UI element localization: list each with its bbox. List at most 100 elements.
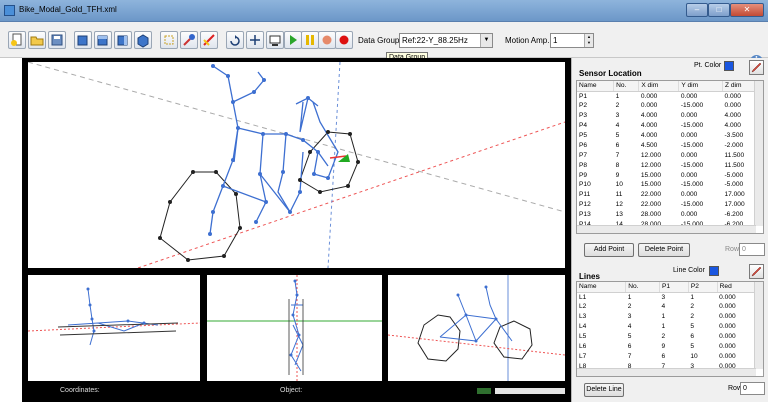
maximize-button[interactable]: □ — [708, 3, 730, 17]
table-cell[interactable]: 5 — [688, 322, 717, 332]
spinner-arrows-icon[interactable]: ▲ ▼ — [584, 34, 593, 47]
table-row[interactable]: P9 9 15.000 0.000 -5.000 — [577, 170, 763, 180]
main-3d-view[interactable] — [28, 62, 565, 268]
table-cell[interactable]: 28.000 — [639, 210, 679, 220]
table-row[interactable]: P12 12 22.000 -15.000 17.000 — [577, 200, 763, 210]
table-cell[interactable]: P5 — [577, 131, 614, 141]
table-cell[interactable]: L2 — [577, 302, 626, 312]
table-cell[interactable]: 4.000 — [639, 111, 679, 121]
data-group-select[interactable]: Ref:22-Y_88.25Hz ▼ — [399, 33, 493, 48]
table-row[interactable]: P2 2 0.000 -15.000 0.000 — [577, 101, 763, 111]
table-cell[interactable]: -15.000 — [679, 180, 723, 190]
play-icon[interactable] — [284, 31, 302, 49]
table-cell[interactable]: 0.000 — [679, 150, 723, 160]
table-cell[interactable]: 5 — [688, 341, 717, 351]
paint-icon[interactable] — [180, 31, 198, 49]
table-cell[interactable]: P10 — [577, 180, 614, 190]
table-cell[interactable]: 2 — [688, 302, 717, 312]
table-row[interactable]: P3 3 4.000 0.000 4.000 — [577, 111, 763, 121]
side-view[interactable] — [388, 275, 565, 382]
table-cell[interactable]: L4 — [577, 322, 626, 332]
table-cell[interactable]: -15.000 — [679, 121, 723, 131]
lines-grid[interactable]: Name No. P1 P2 Red L1 1 3 1 0.000 L2 2 4 2 0.000 L3 3 1 2… — [576, 281, 764, 377]
table-cell[interactable]: 0.000 — [639, 101, 679, 111]
lines-column-header[interactable]: P1 — [659, 282, 689, 293]
table-cell[interactable]: 4 — [614, 121, 639, 131]
table-cell[interactable]: 7 — [614, 150, 639, 160]
table-cell[interactable]: 22.000 — [639, 190, 679, 200]
line-color-swatch[interactable] — [709, 266, 719, 276]
lines-column-header[interactable]: P2 — [688, 282, 718, 293]
table-cell[interactable]: L5 — [577, 332, 626, 342]
table-cell[interactable]: 15.000 — [639, 180, 679, 190]
table-cell[interactable]: 12.000 — [639, 150, 679, 160]
chevron-down-icon[interactable]: ▼ — [480, 34, 492, 47]
table-row[interactable]: L7 7 6 10 0.000 — [577, 351, 763, 361]
open-folder-icon[interactable] — [28, 31, 46, 49]
pan-icon[interactable] — [246, 31, 264, 49]
table-cell[interactable]: 6 — [614, 140, 639, 150]
table-cell[interactable]: -15.000 — [679, 160, 723, 170]
table-cell[interactable]: 4 — [659, 302, 688, 312]
sensor-column-header[interactable]: No. — [613, 81, 640, 92]
table-cell[interactable]: 6 — [626, 341, 660, 351]
table-cell[interactable]: 4.000 — [639, 131, 679, 141]
table-cell[interactable]: -15.000 — [679, 140, 723, 150]
table-row[interactable]: L1 1 3 1 0.000 — [577, 292, 763, 302]
table-cell[interactable]: 2 — [688, 312, 717, 322]
display-icon[interactable] — [266, 31, 284, 49]
table-cell[interactable]: 3 — [659, 292, 688, 302]
front-view[interactable] — [28, 275, 200, 382]
table-cell[interactable]: P9 — [577, 170, 614, 180]
table-row[interactable]: P10 10 15.000 -15.000 -5.000 — [577, 180, 763, 190]
table-cell[interactable]: 13 — [614, 210, 639, 220]
table-row[interactable]: L2 2 4 2 0.000 — [577, 302, 763, 312]
table-cell[interactable]: 11 — [614, 190, 639, 200]
lines-vscroll[interactable] — [754, 282, 763, 369]
table-cell[interactable]: 0.000 — [679, 91, 723, 101]
table-row[interactable]: P6 6 4.500 -15.000 -2.000 — [577, 140, 763, 150]
table-cell[interactable]: L3 — [577, 312, 626, 322]
table-cell[interactable]: L1 — [577, 292, 626, 302]
save-icon[interactable] — [48, 31, 66, 49]
table-cell[interactable]: 1 — [659, 312, 688, 322]
edit-lines-button[interactable] — [749, 264, 764, 279]
table-cell[interactable]: 4.000 — [639, 121, 679, 131]
sensor-vscroll[interactable] — [754, 81, 763, 226]
table-row[interactable]: L4 4 1 5 0.000 — [577, 322, 763, 332]
table-cell[interactable]: 9 — [614, 170, 639, 180]
table-cell[interactable]: -15.000 — [679, 200, 723, 210]
table-row[interactable]: L3 3 1 2 0.000 — [577, 312, 763, 322]
table-cell[interactable]: P13 — [577, 210, 614, 220]
table-cell[interactable]: 4.500 — [639, 140, 679, 150]
table-cell[interactable]: 9 — [659, 341, 688, 351]
stop-icon[interactable] — [318, 31, 336, 49]
lines-row-input[interactable]: 0 — [740, 382, 765, 395]
table-cell[interactable]: P7 — [577, 150, 614, 160]
table-cell[interactable]: 3 — [614, 111, 639, 121]
delete-line-button[interactable]: Delete Line — [584, 383, 624, 397]
table-cell[interactable]: P8 — [577, 160, 614, 170]
pt-color-swatch[interactable] — [724, 61, 734, 71]
table-cell[interactable]: 4 — [626, 322, 660, 332]
table-row[interactable]: P5 5 4.000 0.000 -3.500 — [577, 131, 763, 141]
table-cell[interactable]: P11 — [577, 190, 614, 200]
measure-icon[interactable] — [200, 31, 218, 49]
table-row[interactable]: P1 1 0.000 0.000 0.000 — [577, 91, 763, 101]
sensor-row-input[interactable]: 0 — [739, 243, 765, 256]
lines-column-header[interactable]: No. — [625, 282, 660, 293]
table-cell[interactable]: 8 — [614, 160, 639, 170]
table-cell[interactable]: P2 — [577, 101, 614, 111]
table-cell[interactable]: 2 — [626, 302, 660, 312]
table-cell[interactable]: P4 — [577, 121, 614, 131]
view-side-icon[interactable] — [114, 31, 132, 49]
table-cell[interactable]: 5 — [626, 332, 660, 342]
table-cell[interactable]: 2 — [614, 101, 639, 111]
table-cell[interactable]: 7 — [626, 351, 660, 361]
table-row[interactable]: P8 8 12.000 -15.000 11.500 — [577, 160, 763, 170]
table-cell[interactable]: 10 — [614, 180, 639, 190]
table-cell[interactable]: 15.000 — [639, 170, 679, 180]
table-cell[interactable]: 1 — [626, 292, 660, 302]
table-row[interactable]: L6 6 9 5 0.000 — [577, 341, 763, 351]
table-cell[interactable]: 12 — [614, 200, 639, 210]
